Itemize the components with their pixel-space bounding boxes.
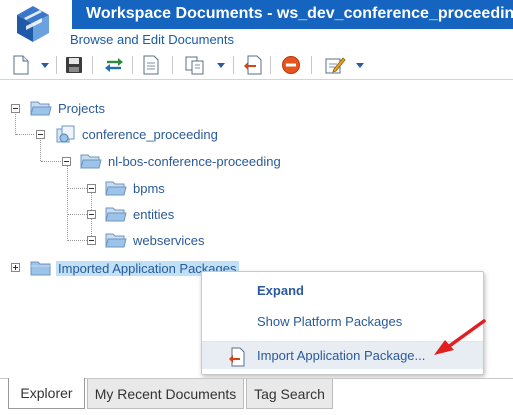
title-bar: Workspace Documents - ws_dev_conference_… [72, 0, 513, 29]
remove-icon [282, 56, 300, 74]
tab-explorer[interactable]: Explorer [8, 378, 85, 409]
copy-icon [185, 56, 204, 75]
tree-node-label: Projects [58, 100, 105, 116]
collapse-toggle[interactable] [36, 130, 45, 139]
remove-button[interactable] [281, 55, 301, 75]
tree-node-project[interactable]: conference_proceeding [55, 124, 218, 144]
folder-open-icon [30, 101, 52, 116]
collapse-toggle[interactable] [87, 236, 96, 245]
tree-node-label: conference_proceeding [82, 126, 218, 142]
tree-connector [68, 214, 87, 215]
tab-tag-search[interactable]: Tag Search [246, 379, 333, 409]
tab-label: Tag Search [254, 385, 325, 402]
tree-connector [67, 165, 68, 241]
import-icon [244, 55, 262, 75]
tree-connector [68, 240, 87, 241]
menu-item-expand[interactable]: Expand [202, 276, 483, 304]
collapse-toggle[interactable] [62, 157, 71, 166]
tab-my-recent-documents[interactable]: My Recent Documents [87, 379, 244, 409]
toolbar [0, 52, 513, 80]
annotation-arrow-icon [434, 319, 486, 355]
save-button[interactable] [64, 55, 84, 75]
copy-dropdown[interactable] [216, 55, 226, 75]
tree-connector [16, 134, 34, 135]
toolbar-separator [92, 56, 93, 74]
window-subtitle: Browse and Edit Documents [70, 32, 235, 47]
tab-bar: Explorer My Recent Documents Tag Search [0, 378, 513, 415]
menu-item-label: Import Application Package... [257, 348, 426, 363]
toolbar-separator [311, 56, 312, 74]
toolbar-separator [132, 56, 133, 74]
tree-node-label: webservices [133, 232, 205, 248]
properties-icon [143, 55, 159, 75]
folder-open-icon [80, 154, 102, 169]
dropdown-icon [217, 63, 225, 68]
save-icon [66, 57, 82, 73]
tree-node-webservices[interactable]: webservices [105, 230, 205, 250]
tree-node-projects[interactable]: Projects [30, 98, 105, 118]
folder-open-icon [105, 181, 127, 196]
import-button[interactable] [243, 55, 263, 75]
expand-toggle[interactable] [11, 263, 20, 272]
tree-node-label: entities [133, 206, 175, 222]
tree-node-label: nl-bos-conference-proceeding [108, 153, 281, 169]
import-icon [229, 347, 245, 367]
tree-connector [15, 111, 16, 135]
collapse-toggle[interactable] [87, 184, 96, 193]
collapse-toggle[interactable] [87, 210, 96, 219]
toolbar-separator [172, 56, 173, 74]
sync-button[interactable] [104, 55, 124, 75]
tree-node-entities[interactable]: entities [105, 204, 174, 224]
folder-open-icon [105, 233, 127, 248]
tab-label: Explorer [20, 385, 73, 401]
edit-dropdown[interactable] [355, 55, 365, 75]
toolbar-separator [233, 56, 234, 74]
edit-icon [325, 57, 346, 74]
tree-connector [68, 188, 87, 189]
dropdown-icon [41, 63, 49, 68]
edit-button[interactable] [324, 55, 346, 75]
folder-open-icon [105, 207, 127, 222]
app-logo-icon [17, 6, 49, 42]
new-document-icon [13, 55, 29, 75]
sync-icon [105, 58, 123, 72]
project-icon [56, 125, 75, 143]
new-document-dropdown[interactable] [40, 55, 50, 75]
copy-button[interactable] [184, 55, 206, 75]
dropdown-icon [356, 63, 364, 68]
new-document-button[interactable] [12, 55, 30, 75]
app-header: Workspace Documents - ws_dev_conference_… [0, 0, 513, 52]
collapse-toggle[interactable] [11, 104, 20, 113]
tree-connector [40, 138, 41, 161]
tree-node-label: bpms [133, 180, 165, 196]
properties-button[interactable] [142, 55, 160, 75]
tab-label: My Recent Documents [94, 385, 237, 402]
menu-item-label: Show Platform Packages [257, 313, 403, 329]
tree-node-package[interactable]: nl-bos-conference-proceeding [80, 151, 281, 171]
toolbar-separator [56, 56, 57, 74]
toolbar-separator [270, 56, 271, 74]
folder-closed-icon [30, 261, 51, 276]
window-title: Workspace Documents - ws_dev_conference_… [86, 5, 513, 22]
tree-node-bpms[interactable]: bpms [105, 178, 165, 198]
menu-item-label: Expand [257, 282, 304, 298]
tree-connector [41, 161, 61, 162]
